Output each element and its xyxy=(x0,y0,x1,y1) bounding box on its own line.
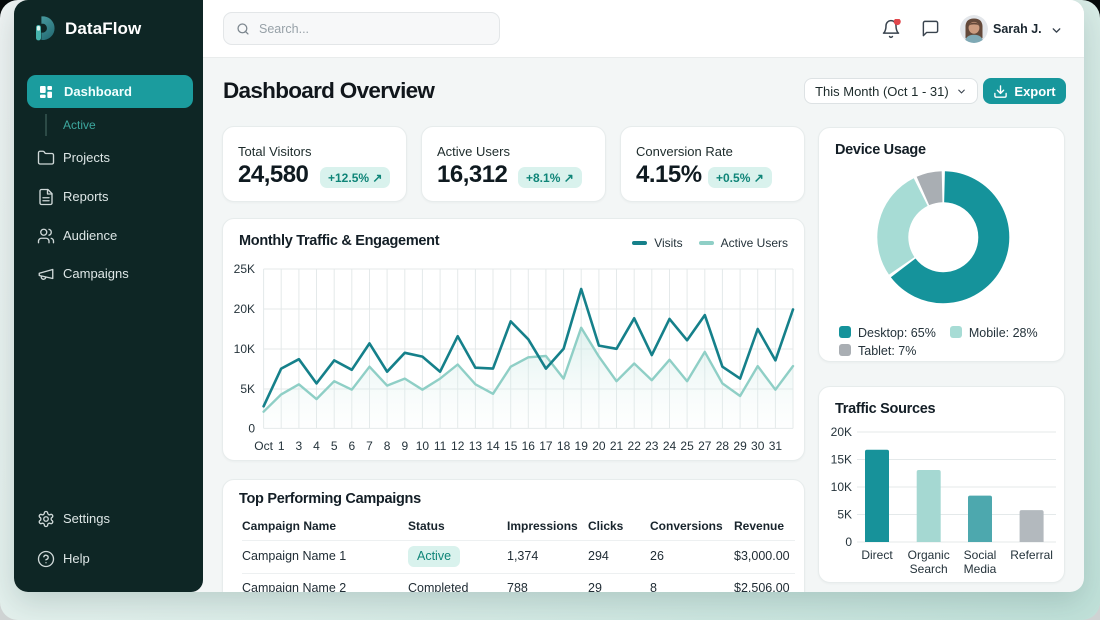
svg-text:23: 23 xyxy=(645,439,659,453)
svg-text:11: 11 xyxy=(434,439,447,453)
svg-text:5K: 5K xyxy=(240,382,255,396)
svg-text:15K: 15K xyxy=(831,453,852,467)
svg-text:13: 13 xyxy=(469,439,483,453)
svg-text:Direct: Direct xyxy=(861,548,893,562)
svg-text:29: 29 xyxy=(733,439,747,453)
svg-text:3: 3 xyxy=(296,439,303,453)
svg-text:14: 14 xyxy=(486,439,500,453)
svg-text:8: 8 xyxy=(384,439,391,453)
svg-text:5: 5 xyxy=(331,439,338,453)
svg-text:27: 27 xyxy=(698,439,712,453)
svg-text:21: 21 xyxy=(610,439,624,453)
svg-text:5K: 5K xyxy=(837,508,852,522)
svg-text:22: 22 xyxy=(628,439,642,453)
svg-text:0: 0 xyxy=(248,421,255,435)
svg-text:0: 0 xyxy=(845,535,852,549)
svg-text:16: 16 xyxy=(522,439,536,453)
svg-text:20: 20 xyxy=(592,439,606,453)
svg-text:6: 6 xyxy=(348,439,355,453)
svg-text:Oct: Oct xyxy=(254,439,273,453)
svg-text:20K: 20K xyxy=(234,302,255,316)
svg-text:28: 28 xyxy=(716,439,730,453)
svg-text:10: 10 xyxy=(416,439,430,453)
svg-text:4: 4 xyxy=(313,439,320,453)
svg-text:25: 25 xyxy=(680,439,694,453)
svg-text:Media: Media xyxy=(964,562,997,576)
svg-text:Search: Search xyxy=(910,562,948,576)
svg-text:12: 12 xyxy=(451,439,465,453)
svg-text:17: 17 xyxy=(539,439,553,453)
svg-text:24: 24 xyxy=(663,439,677,453)
svg-text:Organic: Organic xyxy=(908,548,950,562)
svg-text:9: 9 xyxy=(401,439,408,453)
svg-text:19: 19 xyxy=(575,439,589,453)
svg-text:10K: 10K xyxy=(234,342,255,356)
svg-text:15: 15 xyxy=(504,439,518,453)
svg-text:25K: 25K xyxy=(234,262,255,276)
svg-text:Referral: Referral xyxy=(1010,548,1053,562)
svg-text:10K: 10K xyxy=(831,480,852,494)
svg-text:1: 1 xyxy=(278,439,285,453)
svg-text:18: 18 xyxy=(557,439,571,453)
svg-text:Social: Social xyxy=(964,548,997,562)
svg-text:31: 31 xyxy=(769,439,783,453)
svg-text:30: 30 xyxy=(751,439,765,453)
svg-text:7: 7 xyxy=(366,439,373,453)
svg-text:20K: 20K xyxy=(831,425,852,439)
